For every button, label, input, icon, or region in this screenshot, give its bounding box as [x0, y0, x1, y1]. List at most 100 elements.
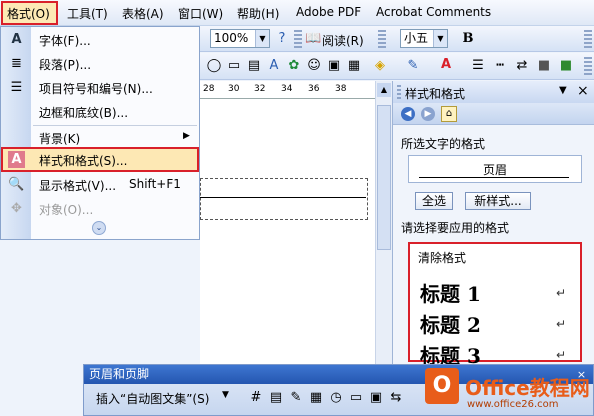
font-color-icon[interactable]: A — [438, 57, 454, 73]
menu-format[interactable]: 格式(O) — [7, 5, 50, 22]
menu-bar: 格式(O) 工具(T) 表格(A) 窗口(W) 帮助(H) Adobe PDF … — [0, 0, 594, 26]
book-icon: 📖 — [305, 31, 322, 46]
menu-item-paragraph[interactable]: ≣ 段落(P)... — [1, 52, 199, 76]
menu-item-label: 边框和底纹(B)... — [39, 106, 129, 120]
arrow-style-icon[interactable]: ⇄ — [514, 58, 530, 74]
new-style-button[interactable]: 新样式... — [465, 192, 531, 210]
selected-style-box[interactable]: 页眉 — [408, 155, 582, 183]
watermark-url: www.office26.com — [467, 399, 559, 410]
menu-table[interactable]: 表格(A) — [122, 5, 164, 22]
submenu-arrow-icon: ▶ — [183, 131, 190, 141]
reading-button[interactable]: 阅读(R) — [322, 32, 364, 49]
chevron-down-icon[interactable]: ▼ — [222, 390, 229, 400]
vertical-textbox-icon[interactable]: ▤ — [246, 58, 262, 74]
line-color-icon[interactable]: ✎ — [405, 58, 421, 74]
show-hide-text-icon[interactable]: ▣ — [368, 390, 384, 406]
help-icon[interactable]: ? — [274, 31, 290, 47]
textbox-icon[interactable]: ▭ — [226, 58, 242, 74]
image-icon[interactable]: ▦ — [346, 58, 362, 74]
ruler-tick: 34 — [281, 84, 293, 94]
insert-time-icon[interactable]: ◷ — [328, 390, 344, 406]
office-logo-icon: O — [425, 368, 459, 404]
return-mark-icon: ↵ — [555, 286, 566, 300]
forward-icon[interactable]: ▶ — [421, 107, 435, 121]
paragraph-icon: ≣ — [11, 56, 22, 71]
menu-tools[interactable]: 工具(T) — [67, 5, 108, 22]
page-number-icon[interactable]: # — [248, 390, 264, 406]
shortcut-label: Shift+F1 — [129, 177, 181, 191]
document-page[interactable] — [200, 99, 375, 364]
menu-item-font[interactable]: A 字体(F)... — [1, 28, 199, 52]
pane-menu-icon[interactable]: ▼ — [559, 85, 567, 96]
page-count-icon[interactable]: ▤ — [268, 390, 284, 406]
ruler-tick: 32 — [254, 84, 266, 94]
diagram-icon[interactable]: ✿ — [286, 58, 302, 74]
zoom-combo[interactable]: 100% ▼ — [210, 29, 270, 48]
scroll-thumb[interactable] — [377, 105, 391, 250]
font-icon: A — [11, 32, 22, 47]
menu-window[interactable]: 窗口(W) — [178, 5, 223, 22]
return-mark-icon: ↵ — [555, 348, 566, 362]
reveal-format-icon: 🔍 — [8, 177, 25, 192]
pane-title: 样式和格式 — [405, 87, 466, 101]
standard-toolbar: 100% ▼ ? 📖 阅读(R) 小五 ▼ B — [200, 26, 594, 52]
scroll-up-icon[interactable]: ▲ — [377, 83, 391, 97]
wordart-icon[interactable]: A — [266, 58, 282, 74]
bold-button[interactable]: B — [460, 31, 476, 47]
style-item-heading-1[interactable]: 标题 1 — [420, 278, 481, 307]
vertical-scrollbar[interactable]: ▲ — [375, 81, 392, 364]
selected-style-name: 页眉 — [482, 163, 507, 177]
horizontal-ruler: 28 30 32 34 36 38 — [200, 81, 380, 99]
bullets-icon: ☰ — [10, 80, 23, 95]
menu-item-borders[interactable]: 边框和底纹(B)... — [1, 100, 199, 124]
insert-autotext-button[interactable]: 插入“自动图文集”(S) — [96, 390, 209, 407]
menu-item-label: 对象(O)... — [39, 203, 94, 217]
toolbar-grip[interactable] — [378, 30, 386, 48]
style-item-heading-2[interactable]: 标题 2 — [420, 309, 481, 338]
picture-icon[interactable]: ▣ — [326, 58, 342, 74]
toolbar-grip[interactable] — [584, 57, 592, 75]
watermark-logo: O Office教程网 www.office26.com — [425, 368, 594, 416]
menu-item-label: 项目符号和编号(N)... — [39, 82, 153, 96]
pane-title-bar: 样式和格式 ▼ × — [393, 81, 594, 103]
page-setup-icon[interactable]: ▭ — [348, 390, 364, 406]
menu-item-label: 字体(F)... — [39, 34, 91, 48]
menu-item-bullets[interactable]: ☰ 项目符号和编号(N)... — [1, 76, 199, 100]
line-style-icon[interactable]: ☰ — [470, 58, 486, 74]
toolbar-grip[interactable] — [584, 30, 592, 48]
home-icon[interactable]: ⌂ — [441, 106, 457, 122]
close-icon[interactable]: × — [577, 83, 589, 99]
pane-nav-bar: ◀ ▶ ⌂ — [393, 103, 594, 125]
format-menu: A 字体(F)... ≣ 段落(P)... ☰ 项目符号和编号(N)... 边框… — [0, 26, 200, 240]
expand-menu-icon[interactable]: ⌄ — [92, 221, 106, 235]
3d-icon[interactable]: ■ — [558, 58, 574, 74]
menu-item-label: 显示格式(V)... — [39, 179, 117, 193]
pane-grip[interactable] — [397, 85, 401, 99]
back-icon[interactable]: ◀ — [401, 107, 415, 121]
drawing-toolbar: ◯ ▭ ▤ A ✿ ☺ ▣ ▦ ◈ ✎ A ☰ ┅ ⇄ ■ ■ — [200, 53, 594, 80]
menu-item-styles-and-formatting[interactable]: A 样式和格式(S)... — [1, 147, 199, 172]
object-icon: ✥ — [11, 201, 22, 216]
menu-help[interactable]: 帮助(H) — [237, 5, 279, 22]
clipart-icon[interactable]: ☺ — [306, 58, 322, 74]
dash-style-icon[interactable]: ┅ — [492, 58, 508, 74]
link-previous-icon[interactable]: ⇆ — [388, 390, 404, 406]
return-mark-icon: ↵ — [555, 317, 566, 331]
menu-acrobat-comments[interactable]: Acrobat Comments — [376, 5, 491, 19]
menu-adobe-pdf[interactable]: Adobe PDF — [296, 5, 361, 19]
font-size-value: 小五 — [404, 31, 429, 45]
chevron-down-icon: ▼ — [433, 30, 447, 47]
shadow-icon[interactable]: ■ — [536, 58, 552, 74]
format-page-number-icon[interactable]: ✎ — [288, 390, 304, 406]
oval-icon[interactable]: ◯ — [206, 58, 222, 74]
font-size-combo[interactable]: 小五 ▼ — [400, 29, 448, 48]
chevron-down-icon: ▼ — [255, 30, 269, 47]
select-all-button[interactable]: 全选 — [415, 192, 453, 210]
menu-item-reveal-formatting[interactable]: 🔍 显示格式(V)... Shift+F1 — [1, 173, 199, 197]
toolbar-grip[interactable] — [294, 30, 302, 48]
fill-color-icon[interactable]: ◈ — [372, 58, 388, 74]
style-item-clear[interactable]: 清除格式 — [418, 249, 466, 266]
header-rule — [200, 197, 366, 198]
insert-date-icon[interactable]: ▦ — [308, 390, 324, 406]
header-area[interactable] — [200, 178, 368, 220]
